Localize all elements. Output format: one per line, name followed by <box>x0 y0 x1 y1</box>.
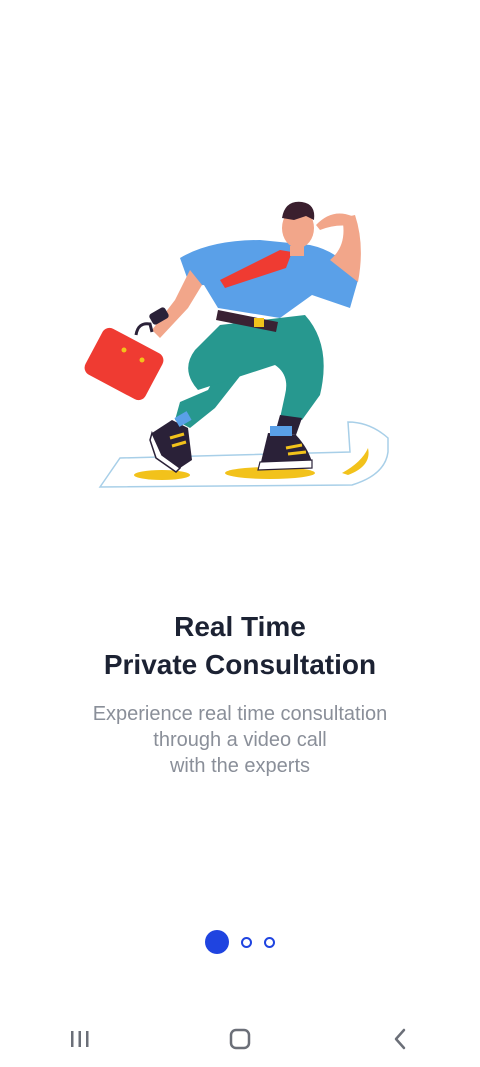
page-dot[interactable] <box>264 936 275 948</box>
home-button[interactable] <box>200 1014 280 1064</box>
recents-button[interactable] <box>40 1014 120 1064</box>
onboarding-title: Real Time Private Consultation <box>0 608 480 684</box>
page-dot-active[interactable] <box>205 930 229 954</box>
description-line: Experience real time consultation <box>92 703 388 725</box>
recents-icon <box>71 1030 89 1047</box>
back-icon <box>394 1028 406 1049</box>
title-line: Real Time <box>174 611 306 642</box>
page-dot[interactable] <box>241 936 252 948</box>
description-line: with the experts <box>169 755 311 777</box>
onboarding-illustration <box>80 190 400 500</box>
system-nav-bar <box>0 1010 480 1067</box>
back-button[interactable] <box>360 1014 440 1064</box>
page-indicator <box>0 927 480 957</box>
description-line: through a video call <box>153 729 327 751</box>
onboarding-description: Experience real time consultation throug… <box>0 701 480 779</box>
home-icon <box>229 1028 251 1049</box>
title-line: Private Consultation <box>103 649 377 680</box>
